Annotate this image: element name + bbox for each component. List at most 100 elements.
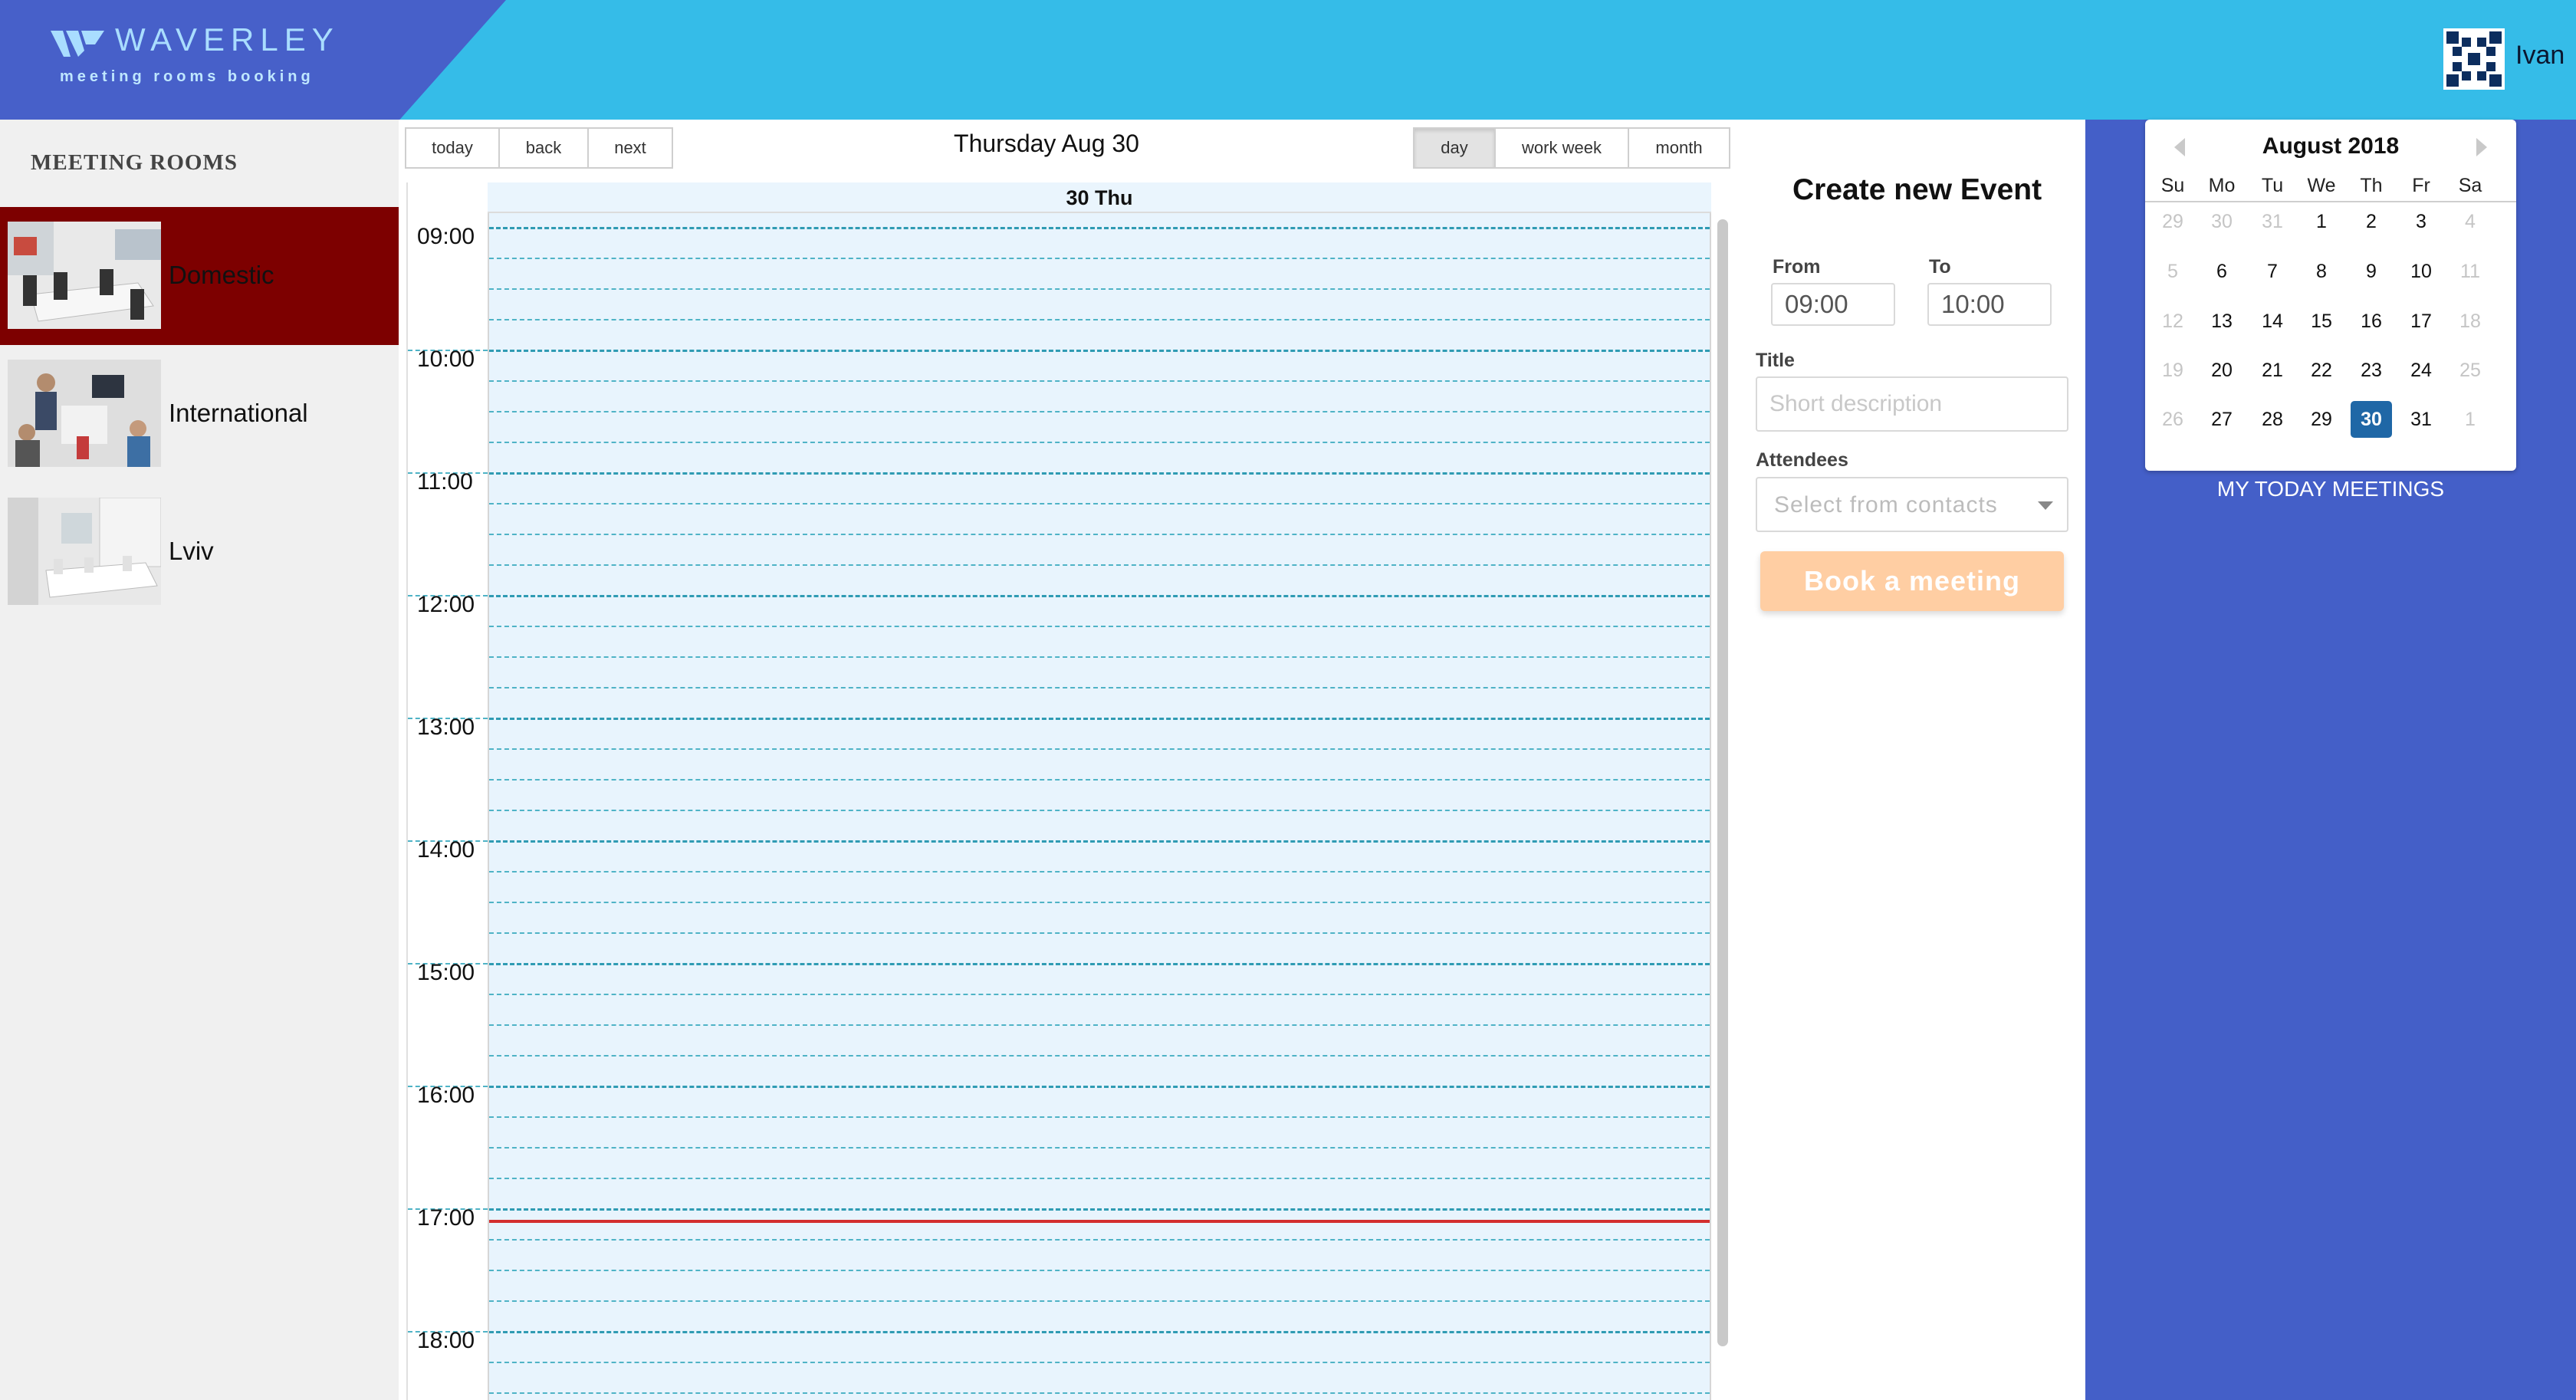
next-button[interactable]: next: [587, 127, 673, 169]
brand-name: WAVERLEY: [115, 21, 340, 58]
mini-calendar-day[interactable]: 4: [2450, 203, 2491, 240]
book-meeting-button[interactable]: Book a meeting: [1760, 551, 2064, 611]
mini-calendar-day[interactable]: 8: [2301, 253, 2342, 290]
mini-calendar-day[interactable]: 3: [2400, 203, 2442, 240]
slot-line: [489, 1178, 1710, 1179]
slot-line: [489, 626, 1710, 627]
mini-calendar-day[interactable]: 10: [2400, 253, 2442, 290]
back-button[interactable]: back: [498, 127, 589, 169]
hour-line: [489, 1208, 1710, 1211]
mini-calendar-day[interactable]: 23: [2351, 352, 2392, 389]
brand-block: WAVERLEY meeting rooms booking: [0, 0, 506, 120]
user-name[interactable]: Ivan: [2515, 41, 2564, 71]
mini-calendar-day[interactable]: 14: [2252, 303, 2293, 340]
slot-line: [489, 810, 1710, 811]
slot-line: [489, 779, 1710, 781]
my-today-meetings-title[interactable]: MY TODAY MEETINGS: [2085, 477, 2576, 501]
from-time-input[interactable]: [1771, 283, 1895, 326]
time-label: 14:00: [417, 837, 475, 863]
mini-calendar-day[interactable]: 7: [2252, 253, 2293, 290]
room-label: Lviv: [169, 537, 214, 565]
mini-calendar-day[interactable]: 27: [2201, 401, 2242, 438]
to-time-input[interactable]: [1927, 283, 2052, 326]
time-label: 11:00: [417, 469, 473, 495]
mini-calendar-day[interactable]: 29: [2152, 203, 2193, 240]
waverley-logo-icon: [51, 31, 104, 57]
mini-calendar-day[interactable]: 28: [2252, 401, 2293, 438]
mini-calendar-day[interactable]: 25: [2450, 352, 2491, 389]
work-week-view-button[interactable]: work week: [1494, 127, 1629, 169]
slot-line: [489, 1300, 1710, 1302]
slot-line: [489, 319, 1710, 320]
slot-line: [489, 1392, 1710, 1394]
mini-calendar-day[interactable]: 26: [2152, 401, 2193, 438]
month-view-button[interactable]: month: [1628, 127, 1730, 169]
calendar-scrollbar[interactable]: [1717, 219, 1728, 1346]
mini-calendar-day[interactable]: 20: [2201, 352, 2242, 389]
mini-calendar-day[interactable]: 21: [2252, 352, 2293, 389]
mini-calendar-day[interactable]: 2: [2351, 203, 2392, 240]
attendees-label: Attendees: [1756, 449, 1848, 471]
mini-calendar-day[interactable]: 1: [2450, 401, 2491, 438]
room-item-lviv[interactable]: Lviv: [0, 483, 399, 621]
mini-calendar-day[interactable]: 17: [2400, 303, 2442, 340]
hour-line: [489, 595, 1710, 597]
mini-calendar-day[interactable]: 30: [2351, 401, 2392, 438]
slot-line: [489, 503, 1710, 504]
slot-line: [489, 534, 1710, 535]
view-toolbar: day work week month: [1413, 127, 1730, 169]
room-item-international[interactable]: International: [0, 345, 399, 483]
mini-calendar-day[interactable]: 5: [2152, 253, 2193, 290]
title-input[interactable]: [1756, 376, 2068, 432]
right-panel: August 2018 Su Mo Tu We Th Fr Sa 29 30 31 1 2 3 4 5 6 7…: [2085, 120, 2576, 1400]
mini-calendar-day[interactable]: 19: [2152, 352, 2193, 389]
mini-calendar-day[interactable]: 31: [2252, 203, 2293, 240]
mini-calendar-day[interactable]: 29: [2301, 401, 2342, 438]
current-time-indicator: [489, 1220, 1710, 1223]
time-label: 17:00: [417, 1205, 475, 1231]
hour-line: [489, 227, 1710, 229]
mini-calendar-day[interactable]: 11: [2450, 253, 2491, 290]
hour-line: [489, 1086, 1710, 1088]
mini-calendar-day[interactable]: 31: [2400, 401, 2442, 438]
mini-calendar-day[interactable]: 1: [2301, 203, 2342, 240]
mini-calendar-day[interactable]: 12: [2152, 303, 2193, 340]
rooms-title: MEETING ROOMS: [31, 150, 238, 175]
slot-line: [489, 288, 1710, 290]
slot-line: [489, 1239, 1710, 1241]
mini-calendar-day[interactable]: 16: [2351, 303, 2392, 340]
slot-line: [489, 1055, 1710, 1057]
mini-calendar-day[interactable]: 30: [2201, 203, 2242, 240]
slot-line: [489, 871, 1710, 873]
user-avatar[interactable]: [2443, 28, 2505, 90]
mini-calendar-day[interactable]: 9: [2351, 253, 2392, 290]
day-calendar: 30 Thu 09:00 10:00 11:00 12:00 13:00 14:00 15:…: [406, 182, 1733, 1400]
slot-line: [489, 748, 1710, 750]
mini-calendar-day[interactable]: 13: [2201, 303, 2242, 340]
mini-calendar-day[interactable]: 6: [2201, 253, 2242, 290]
current-date: Thursday Aug 30: [954, 130, 1139, 157]
slot-line: [489, 442, 1710, 443]
attendees-select[interactable]: Select from contacts: [1756, 477, 2068, 532]
mini-calendar-day[interactable]: 15: [2301, 303, 2342, 340]
slot-line: [489, 1024, 1710, 1026]
mini-calendar-day[interactable]: 24: [2400, 352, 2442, 389]
slot-line: [489, 656, 1710, 658]
today-button[interactable]: today: [405, 127, 500, 169]
room-photo-domestic: [8, 222, 161, 329]
chevron-down-icon: [2038, 501, 2053, 510]
room-item-domestic[interactable]: Domestic: [0, 207, 399, 345]
mini-calendar-day[interactable]: 18: [2450, 303, 2491, 340]
time-slots[interactable]: [488, 213, 1711, 1400]
weekday-label: Fr: [2412, 175, 2430, 196]
rooms-panel: MEETING ROOMS Domestic International Lvi…: [0, 120, 399, 1400]
chevron-right-icon[interactable]: [2476, 138, 2487, 156]
mini-calendar-day[interactable]: 22: [2301, 352, 2342, 389]
weekday-label: Mo: [2208, 175, 2236, 196]
room-photo-international: [8, 360, 161, 467]
slot-line: [489, 1270, 1710, 1271]
slot-line: [489, 932, 1710, 934]
day-view-button[interactable]: day: [1413, 127, 1496, 169]
navigation-toolbar: today back next: [405, 127, 673, 169]
hour-line: [489, 718, 1710, 720]
